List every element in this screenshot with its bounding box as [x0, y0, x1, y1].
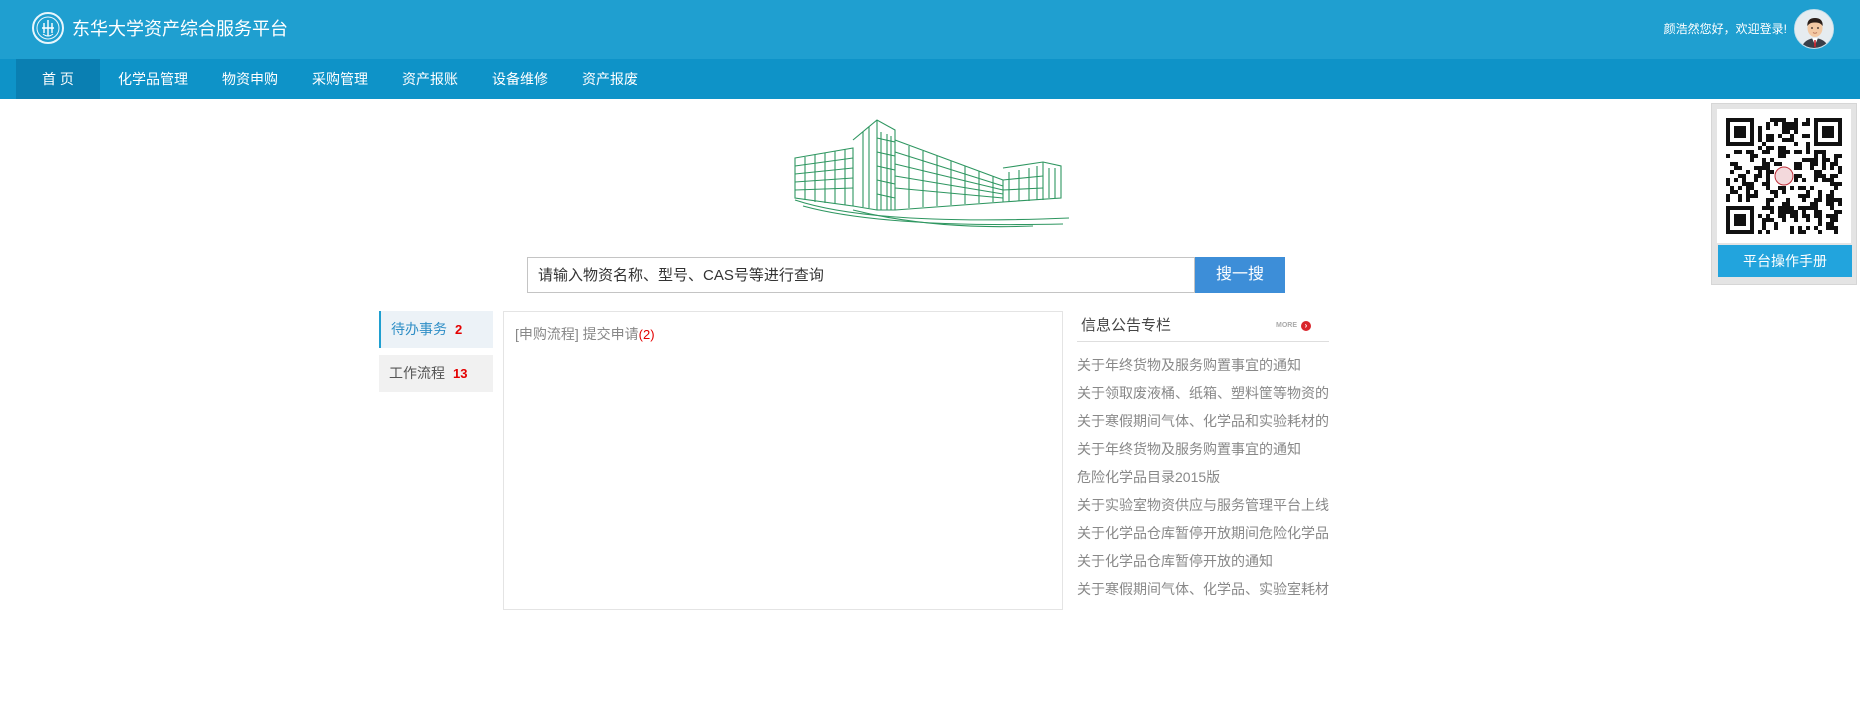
tab-workflows[interactable]: 工作流程 13: [379, 355, 493, 392]
notice-board-header: 信息公告专栏 MORE ›: [1077, 314, 1329, 342]
pending-tasks-panel: [申购流程] 提交申请(2): [503, 311, 1063, 610]
nav-item-home[interactable]: 首 页: [16, 59, 100, 99]
notice-item[interactable]: 关于化学品仓库暂停开放期间危险化学品: [1077, 523, 1330, 551]
university-logo-icon[interactable]: [32, 12, 64, 44]
welcome-message: 颜浩然您好，欢迎登录!: [1663, 22, 1787, 36]
user-avatar[interactable]: [1794, 9, 1834, 49]
qr-code-widget: 平台操作手册: [1711, 103, 1857, 285]
notice-item[interactable]: 关于年终货物及服务购置事宜的通知: [1077, 439, 1330, 467]
more-link[interactable]: MORE: [1276, 321, 1297, 331]
notice-item[interactable]: 关于实验室物资供应与服务管理平台上线: [1077, 495, 1330, 523]
nav-item-asset-reimbursement[interactable]: 资产报账: [402, 59, 458, 99]
search-button[interactable]: 搜一搜: [1195, 257, 1285, 293]
nav-item-material-purchase-request[interactable]: 物资申购: [222, 59, 278, 99]
notice-item[interactable]: 关于寒假期间气体、化学品、实验室耗材: [1077, 579, 1330, 607]
notice-item[interactable]: 关于领取废液桶、纸箱、塑料筐等物资的: [1077, 383, 1330, 411]
notice-item[interactable]: 关于化学品仓库暂停开放的通知: [1077, 551, 1330, 579]
nav-item-chemical-management[interactable]: 化学品管理: [118, 59, 188, 99]
more-arrow-icon[interactable]: ›: [1301, 321, 1311, 331]
nav-item-equipment-repair[interactable]: 设备维修: [492, 59, 548, 99]
top-header: 东华大学资产综合服务平台 颜浩然您好，欢迎登录!: [0, 0, 1860, 59]
notice-item[interactable]: 关于寒假期间气体、化学品和实验耗材的: [1077, 411, 1330, 439]
notice-board-title: 信息公告专栏: [1081, 317, 1172, 334]
nav-item-procurement-management[interactable]: 采购管理: [312, 59, 368, 99]
search-input[interactable]: [527, 257, 1195, 293]
main-nav: 首 页 化学品管理 物资申购 采购管理 资产报账 设备维修 资产报废: [0, 59, 1860, 99]
platform-manual-button[interactable]: 平台操作手册: [1718, 245, 1852, 277]
task-count: (2): [638, 327, 655, 342]
campus-building-illustration: [794, 119, 1069, 228]
workflows-count: 13: [453, 366, 468, 381]
notice-list: 关于年终货物及服务购置事宜的通知 关于领取废液桶、纸箱、塑料筐等物资的 关于寒假…: [1077, 355, 1330, 607]
task-category: [申购流程]: [515, 326, 579, 342]
task-item-submit-application[interactable]: [申购流程] 提交申请(2): [515, 324, 655, 345]
app-title: 东华大学资产综合服务平台: [72, 19, 288, 39]
tab-pending-tasks-label: 待办事务: [391, 321, 447, 337]
qr-code-image: [1717, 109, 1851, 243]
nav-item-asset-scrapping[interactable]: 资产报废: [582, 59, 638, 99]
pending-tasks-count: 2: [455, 322, 463, 337]
notice-item[interactable]: 关于年终货物及服务购置事宜的通知: [1077, 355, 1330, 383]
task-label: 提交申请: [582, 326, 639, 342]
notice-item[interactable]: 危险化学品目录2015版: [1077, 467, 1330, 495]
tab-pending-tasks[interactable]: 待办事务 2: [379, 311, 493, 348]
tab-workflows-label: 工作流程: [389, 365, 445, 381]
